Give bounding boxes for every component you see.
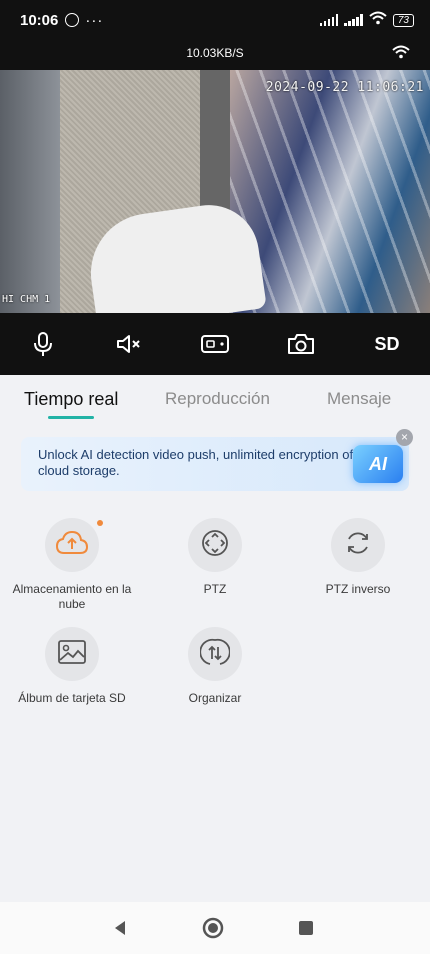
battery-icon: 73 [392, 13, 414, 27]
wifi-icon [392, 45, 410, 64]
feature-organize[interactable]: Organizar [143, 627, 287, 706]
close-icon[interactable]: × [396, 429, 413, 446]
microphone-icon[interactable] [23, 324, 63, 364]
video-timestamp: 2024-09-22 11:06:21 [265, 80, 424, 95]
feature-ptz-inverse[interactable]: PTZ inverso [286, 518, 430, 597]
more-notifications-icon: ··· [85, 11, 104, 29]
live-video-feed[interactable]: 2024-09-22 11:06:21 HI CHM 1 [0, 70, 430, 313]
clock: 10:06 [20, 11, 59, 29]
ai-promo-banner[interactable]: Unlock AI detection video push, unlimite… [21, 437, 409, 491]
feature-sd-album[interactable]: Álbum de tarjeta SD [0, 627, 144, 706]
feature-icon-container [45, 518, 103, 572]
feature-icon-container [188, 627, 242, 681]
video-wall [0, 70, 60, 313]
active-tab-indicator [48, 416, 94, 419]
tab-bar: Tiempo real Reproducción Mensaje [0, 375, 430, 423]
quality-sd-button[interactable]: SD [367, 324, 407, 364]
signal-icon [319, 14, 339, 26]
whatsapp-icon [65, 13, 80, 27]
banner-text: Unlock AI detection video push, unlimite… [38, 447, 354, 478]
feature-icon-container [45, 627, 99, 681]
video-controls: SD [0, 313, 430, 375]
image-album-icon [57, 639, 87, 670]
sort-icon [199, 637, 231, 672]
feature-ptz[interactable]: PTZ [143, 518, 287, 597]
tab-reproduccion[interactable]: Reproducción [165, 389, 270, 409]
video-channel-label: HI CHM 1 [2, 294, 51, 305]
notification-dot [97, 520, 103, 526]
record-video-icon[interactable] [195, 324, 235, 364]
back-icon[interactable] [108, 916, 132, 940]
tab-tiempo-real[interactable]: Tiempo real [24, 389, 118, 410]
feature-label: PTZ [203, 582, 227, 596]
feature-label: Organizar [188, 691, 242, 705]
status-bar: 10:06 ··· 73 [0, 0, 430, 40]
feature-label: Álbum de tarjeta SD [18, 691, 126, 705]
tab-mensaje[interactable]: Mensaje [327, 389, 391, 409]
feature-icon-container [188, 518, 242, 572]
wifi-icon [369, 11, 387, 30]
ptz-icon [200, 528, 230, 563]
feature-label: Almacenamiento en la nube [12, 582, 132, 611]
speaker-muted-icon[interactable] [109, 324, 149, 364]
ai-badge-icon: AI [353, 445, 403, 483]
cloud-upload-icon [55, 530, 89, 561]
android-navigation-bar [0, 902, 430, 954]
signal-icon [344, 14, 363, 26]
recents-icon[interactable] [294, 916, 318, 940]
home-icon[interactable] [201, 916, 225, 940]
feature-icon-container [331, 518, 385, 572]
stream-speed: 10.03KB/S [186, 46, 244, 60]
rotate-icon [343, 528, 373, 563]
stream-info-bar: 10.03KB/S [0, 40, 430, 70]
camera-snapshot-icon[interactable] [281, 324, 321, 364]
feature-label: PTZ inverso [325, 582, 391, 596]
feature-cloud-storage[interactable]: Almacenamiento en la nube [0, 518, 144, 612]
